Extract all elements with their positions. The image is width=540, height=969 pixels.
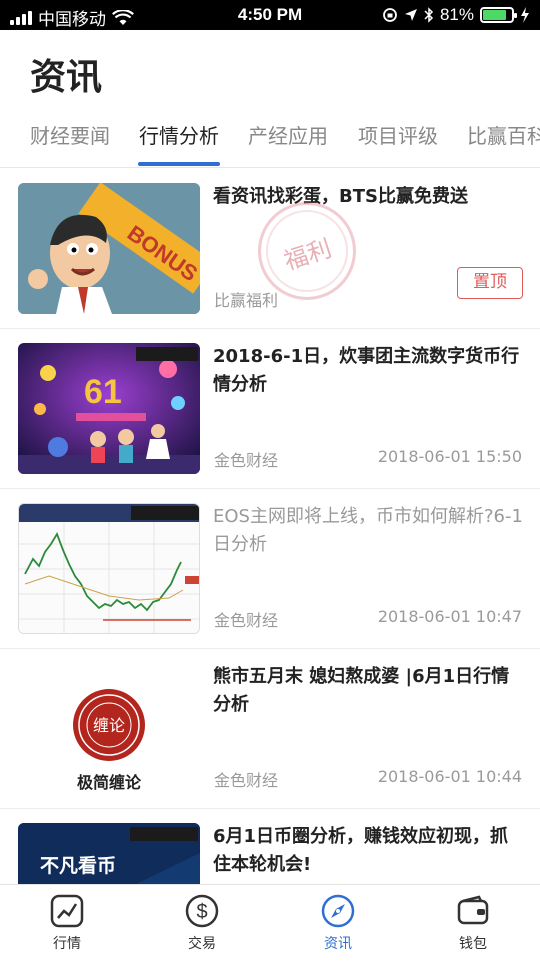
bluetooth-icon [424,7,434,23]
article-title: 看资讯找彩蛋，BTS比赢免费送 [213,186,468,207]
seal-text: 缠论 [93,716,125,735]
article-thumbnail: 61 [18,343,200,474]
article-time: 2018-06-01 10:44 [377,767,522,786]
tab-encyclopedia[interactable]: 比赢百科 [467,120,540,149]
bottom-tab-bar: 行情 $ 交易 资讯 钱包 [0,884,540,960]
status-right: 81% [382,5,530,25]
article-item[interactable]: EOS主网即将上线，币市如何解析?6-1日分析 金色财经 2018-06-01 … [0,489,540,649]
tab-project-rating[interactable]: 项目评级 [358,120,438,149]
welfare-stamp: 福利 [258,202,356,300]
article-source: 比赢福利 [214,291,279,310]
tabbar-label: 行情 [53,936,81,952]
article-thumbnail: BONUS [18,183,200,314]
active-tab-indicator [138,162,220,166]
tabbar-label: 交易 [188,936,216,952]
children-day-illustration: 61 [18,343,200,474]
battery-percent: 81% [439,5,474,24]
thumbnail-caption: 不凡看币 [40,855,117,877]
tab-finance-news[interactable]: 财经要闻 [30,120,110,149]
location-icon [404,9,417,21]
rotation-lock-icon [383,8,397,22]
article-thumbnail: 缠论 极简缠论 [18,663,200,794]
tab-market-analysis[interactable]: 行情分析 [139,120,219,149]
article-time: 2018-06-01 15:50 [377,447,522,466]
article-title: 2018-6-1日，炊事团主流数字货币行情分析 [213,346,520,395]
dollar-icon: $ [185,894,219,928]
article-thumbnail [18,503,200,634]
stamp-text: 福利 [280,234,335,276]
status-bar: 中国移动 4:50 PM 81% [0,0,540,30]
tab-industry-apps[interactable]: 产经应用 [248,120,328,149]
page-title: 资讯 [30,57,103,98]
tabbar-item-news[interactable]: 资讯 [293,893,383,953]
article-source: 金色财经 [214,611,279,630]
charging-icon [521,7,529,23]
pinned-badge: 置顶 [457,267,523,299]
article-time: 2018-06-01 10:47 [377,607,522,626]
candlestick-chart-illustration [19,504,199,633]
tabbar-label: 资讯 [324,936,352,952]
tabbar-item-wallet[interactable]: 钱包 [428,893,518,953]
article-title: 6月1日币圈分析，赚钱效应初现，抓住本轮机会! [213,826,509,875]
svg-text:$: $ [196,901,207,923]
article-source: 金色财经 [214,451,279,470]
article-item[interactable]: 缠论 极简缠论 熊市五月末 媳妇熬成婆 |6月1日行情分析 金色财经 2018-… [0,649,540,809]
wallet-icon [457,895,489,925]
article-title: 熊市五月末 媳妇熬成婆 |6月1日行情分析 [213,666,510,715]
article-item[interactable]: BONUS 看资讯找彩蛋，BTS比赢免费送 福利 比赢福利 置顶 [0,169,540,329]
article-item[interactable]: 61 2018-6-1日，炊事团主流数字货币行情分析 金色财经 2018-06-… [0,329,540,489]
bonus-illustration: BONUS [18,183,200,314]
article-source: 金色财经 [214,771,279,790]
svg-text:61: 61 [84,373,122,411]
tabbar-item-market[interactable]: 行情 [22,893,112,953]
chart-icon [50,894,84,928]
tabbar-item-trade[interactable]: $ 交易 [157,893,247,953]
category-tabs: 财经要闻 行情分析 产经应用 项目评级 比赢百科 [0,112,540,168]
tabbar-label: 钱包 [459,936,487,952]
thumbnail-caption: 极简缠论 [76,773,141,792]
battery-icon [480,7,517,23]
article-title: EOS主网即将上线，币市如何解析?6-1日分析 [213,506,523,555]
compass-icon [321,894,355,928]
